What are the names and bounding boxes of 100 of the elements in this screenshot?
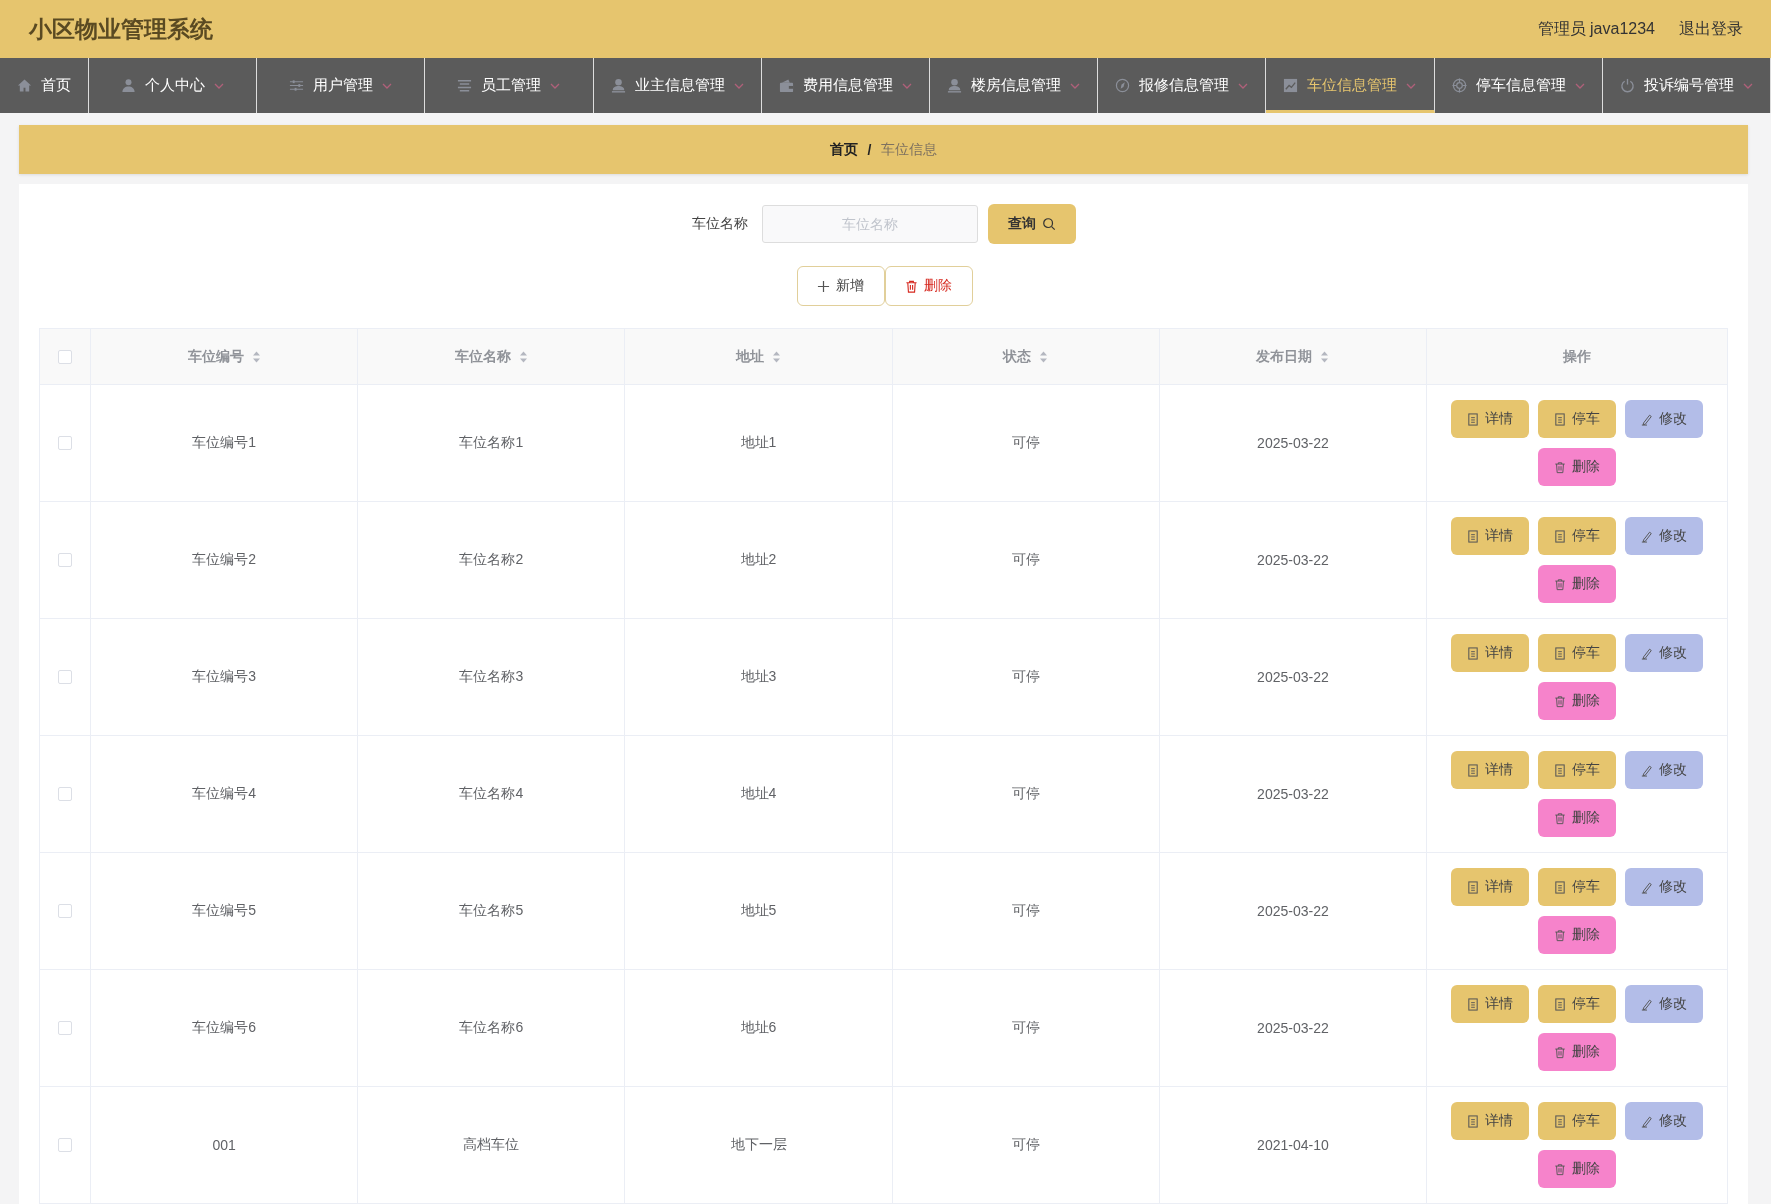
delete-button[interactable]: 删除 — [1538, 448, 1616, 486]
table-cell: 车位名称5 — [459, 902, 524, 920]
park-button[interactable]: 停车 — [1538, 751, 1616, 789]
pencil-icon — [1641, 412, 1653, 426]
table-cell: 车位名称1 — [459, 434, 524, 452]
search-button[interactable]: 查询 — [987, 204, 1076, 244]
table-cell: 可停 — [1011, 785, 1040, 803]
person-icon — [947, 78, 963, 93]
app-title: 小区物业管理系统 — [29, 14, 213, 44]
delete-button[interactable]: 删除 — [1538, 799, 1616, 837]
detail-button[interactable]: 详情 — [1451, 751, 1529, 789]
delete-button[interactable]: 删除 — [884, 266, 973, 306]
nav-tab[interactable]: 员工管理 — [425, 58, 594, 113]
nav-tab[interactable]: 用户管理 — [257, 58, 426, 113]
detail-button[interactable]: 详情 — [1451, 1102, 1529, 1140]
detail-button[interactable]: 详情 — [1451, 634, 1529, 672]
edit-button[interactable]: 修改 — [1625, 985, 1703, 1023]
trash-icon — [1554, 694, 1566, 708]
document-icon — [1554, 880, 1566, 894]
table-cell: 车位编号1 — [192, 434, 256, 452]
column-header: 状态 — [1003, 347, 1032, 366]
sort-icon[interactable] — [251, 350, 261, 363]
sort-icon[interactable] — [518, 350, 528, 363]
nav-tab[interactable]: 报修信息管理 — [1098, 58, 1267, 113]
breadcrumb-item[interactable]: 首页 — [829, 140, 858, 159]
row-checkbox[interactable] — [58, 553, 72, 567]
edit-button[interactable]: 修改 — [1625, 751, 1703, 789]
park-button[interactable]: 停车 — [1538, 634, 1616, 672]
nav-tab[interactable]: 个人中心 — [88, 58, 258, 113]
table-cell: 车位名称2 — [459, 551, 524, 569]
document-icon — [1467, 1114, 1479, 1128]
home-icon — [16, 78, 32, 93]
table-cell: 车位编号3 — [192, 668, 256, 686]
edit-button[interactable]: 修改 — [1625, 1102, 1703, 1140]
row-checkbox[interactable] — [58, 670, 72, 684]
delete-button[interactable]: 删除 — [1538, 565, 1616, 603]
edit-button[interactable]: 修改 — [1625, 868, 1703, 906]
select-all-checkbox[interactable] — [58, 349, 72, 364]
column-header: 操作 — [1563, 347, 1591, 366]
detail-button[interactable]: 详情 — [1451, 400, 1529, 438]
table-cell: 车位编号4 — [192, 785, 256, 803]
row-checkbox[interactable] — [58, 904, 72, 918]
logout-link[interactable]: 退出登录 — [1679, 18, 1743, 40]
trash-icon — [1554, 811, 1566, 825]
table-cell: 可停 — [1011, 1019, 1040, 1037]
nav-tab[interactable]: 投诉编号管理 — [1602, 58, 1771, 113]
pencil-icon — [1641, 880, 1653, 894]
sort-icon[interactable] — [1039, 350, 1049, 363]
document-icon — [1467, 412, 1479, 426]
park-button[interactable]: 停车 — [1538, 985, 1616, 1023]
row-checkbox[interactable] — [58, 787, 72, 801]
detail-button[interactable]: 详情 — [1451, 985, 1529, 1023]
detail-button[interactable]: 详情 — [1451, 517, 1529, 555]
nav-tab[interactable]: 楼房信息管理 — [929, 58, 1099, 113]
edit-button[interactable]: 修改 — [1625, 517, 1703, 555]
edit-button[interactable]: 修改 — [1625, 400, 1703, 438]
document-icon — [1467, 529, 1479, 543]
table-cell: 地址6 — [740, 1019, 777, 1037]
delete-button[interactable]: 删除 — [1538, 682, 1616, 720]
table-cell: 可停 — [1011, 1136, 1040, 1154]
nav-tab[interactable]: 停车信息管理 — [1434, 58, 1603, 113]
sort-icon[interactable] — [772, 350, 781, 363]
sort-icon[interactable] — [1320, 350, 1330, 363]
document-icon — [1467, 763, 1479, 777]
park-button[interactable]: 停车 — [1538, 868, 1616, 906]
delete-button[interactable]: 删除 — [1538, 1150, 1616, 1188]
edit-button[interactable]: 修改 — [1625, 634, 1703, 672]
table-cell: 地下一层 — [730, 1136, 787, 1154]
document-icon — [1554, 1114, 1566, 1128]
compass-icon — [1115, 78, 1131, 93]
nav-tab[interactable]: 业主信息管理 — [593, 58, 762, 113]
nav-tab[interactable]: 车位信息管理 — [1266, 58, 1435, 113]
target-icon — [1451, 78, 1467, 93]
document-icon — [1554, 763, 1566, 777]
table-cell: 高档车位 — [463, 1136, 520, 1154]
table-cell: 2025-03-22 — [1257, 903, 1329, 919]
park-button[interactable]: 停车 — [1538, 517, 1616, 555]
row-checkbox[interactable] — [58, 1138, 72, 1152]
park-button[interactable]: 停车 — [1538, 1102, 1616, 1140]
detail-button[interactable]: 详情 — [1451, 868, 1529, 906]
document-icon — [1554, 412, 1566, 426]
table-cell: 车位编号6 — [192, 1019, 256, 1037]
delete-button[interactable]: 删除 — [1538, 1033, 1616, 1071]
column-header: 车位编号 — [187, 347, 244, 366]
nav-tab[interactable]: 费用信息管理 — [761, 58, 930, 113]
trash-icon — [1554, 460, 1566, 474]
nav-tab[interactable]: 首页 — [0, 58, 89, 113]
table-cell: 车位名称3 — [459, 668, 524, 686]
search-field[interactable]: 车位名称 — [761, 205, 978, 243]
table-cell: 2021-04-10 — [1257, 1137, 1329, 1153]
breadcrumb-item: 车位信息 — [881, 140, 938, 159]
add-button[interactable]: 新增 — [796, 266, 885, 306]
column-header: 发布日期 — [1256, 347, 1313, 366]
park-button[interactable]: 停车 — [1538, 400, 1616, 438]
row-checkbox[interactable] — [58, 1021, 72, 1035]
row-checkbox[interactable] — [58, 436, 72, 450]
delete-button[interactable]: 删除 — [1538, 916, 1616, 954]
table-cell: 2025-03-22 — [1257, 552, 1329, 568]
document-icon — [1467, 880, 1479, 894]
table-cell: 车位编号2 — [192, 551, 256, 569]
